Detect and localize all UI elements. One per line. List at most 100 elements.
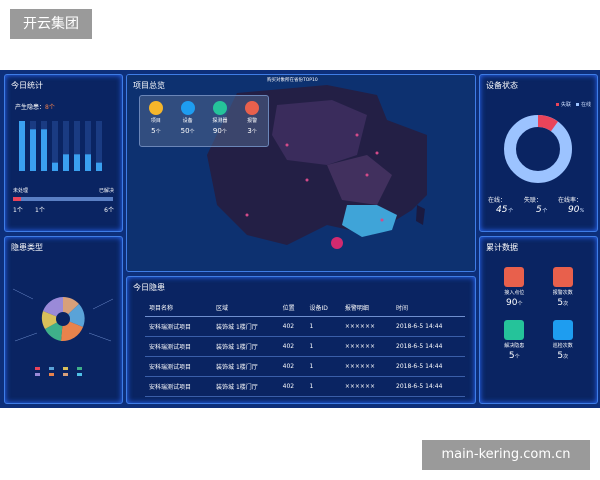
cumulative-label: 解决隐患 [504, 343, 525, 349]
detector-icon [212, 101, 227, 115]
table-row[interactable]: 安科瑞测试项目 装饰城 1楼门厅 402 1 ×××××× 2018-6-5 14:44 [145, 376, 465, 397]
rate-label: 在线率： [558, 197, 583, 204]
table-cell: 402 [278, 376, 306, 397]
column-header[interactable]: 位置 [278, 301, 306, 317]
hazard-rose-chart [12, 288, 114, 376]
bar [41, 129, 47, 171]
bar [19, 121, 25, 171]
table-cell: 装饰城 1楼门厅 [212, 336, 279, 357]
table-cell: 安科瑞测试项目 [145, 356, 213, 377]
gauge-icon [504, 267, 525, 287]
cumulative-label: 报警次数 [552, 290, 573, 296]
hazard-count-label: 产生隐患：8个 [15, 102, 55, 111]
table-cell: 安科瑞测试项目 [145, 376, 213, 397]
cumulative-value: 90个 [506, 298, 523, 308]
cumulative-item: 解决隐患 5个 [490, 320, 539, 361]
today-stats-panel: 今日统计 产生隐患：8个 未处理 已解决 1个 1个 6个 [4, 74, 123, 232]
project-overview-panel: 项目总览 购买对象所在省份TOP10 项目 5个 设备 50个 探测器 90个 报警 3个 [126, 74, 476, 272]
rate-value: 90% [568, 205, 584, 215]
table-cell: 1 [305, 316, 341, 337]
table-row[interactable]: 安科瑞测试项目 装饰城 1楼门厅 402 1 ×××××× 2018-6-5 14:44 [145, 356, 465, 377]
online-label: 在线： [488, 197, 507, 204]
bar [85, 154, 91, 171]
brand-badge: 开云集团 [10, 9, 92, 39]
overview-stats-box: 项目 5个 设备 50个 探测器 90个 报警 3个 [139, 95, 269, 147]
overview-stat-device: 设备 50个 [180, 101, 195, 135]
cumulative-item: 巡检次数 5次 [539, 320, 588, 361]
cumulative-value: 5个 [508, 351, 520, 361]
stat-value: 3个 [247, 127, 257, 135]
progress-track [13, 197, 113, 201]
stat-value: 50个 [180, 127, 195, 135]
panel-title: 设备状态 [486, 81, 518, 90]
table-cell: 装饰城 1楼门厅 [212, 376, 279, 397]
column-header[interactable]: 时间 [392, 301, 465, 317]
table-cell: 安科瑞测试项目 [145, 336, 213, 357]
cumulative-label: 接入点位 [504, 290, 525, 296]
online-number: 45 [496, 205, 508, 215]
panel-title: 项目总览 [133, 81, 165, 90]
table-cell: 1 [305, 336, 341, 357]
status-legend: 失联 在线 [555, 101, 591, 108]
table-cell: ×××××× [340, 316, 392, 337]
hazard-type-panel: 隐患类型 [4, 236, 123, 404]
column-header[interactable]: 报警明细 [340, 301, 392, 317]
online-value: 45个 [496, 205, 512, 215]
table-cell: ×××××× [340, 356, 392, 377]
column-header[interactable]: 区域 [212, 301, 279, 317]
bar [63, 154, 69, 171]
dashboard: 今日统计 产生隐患：8个 未处理 已解决 1个 1个 6个 隐患类型 项目总览 … [0, 70, 600, 408]
cumulative-panel: 累计数据 接入点位 90个 报警次数 5次 解决隐患 5个 巡检次数 5次 [479, 236, 598, 404]
table-cell: 2018-6-5 14:44 [392, 316, 465, 337]
alarm-icon [245, 101, 260, 115]
device-status-panel: 设备状态 失联 在线 在线： 失联： 在线率： 45个 5个 90% [479, 74, 598, 232]
column-header[interactable]: 项目名称 [145, 301, 213, 317]
stat-value: 5个 [151, 127, 161, 135]
panel-title: 今日统计 [11, 81, 43, 90]
table-cell: 装饰城 1楼门厅 [212, 316, 279, 337]
count-b: 1个 [35, 207, 45, 214]
table-cell: 2018-6-5 14:44 [392, 336, 465, 357]
panel-title: 累计数据 [486, 243, 518, 252]
bar [74, 154, 80, 171]
offline-label: 失联： [524, 197, 543, 204]
rate-number: 90 [568, 205, 580, 215]
warning-icon [504, 320, 525, 340]
legend-item: 失联 [555, 101, 571, 108]
stat-value: 90个 [212, 127, 227, 135]
table-cell: 1 [305, 356, 341, 377]
overview-stats-row: 项目 5个 设备 50个 探测器 90个 报警 3个 [140, 96, 268, 135]
table-row[interactable]: 安科瑞测试项目 装饰城 1楼门厅 402 1 ×××××× 2018-6-5 14:44 [145, 336, 465, 357]
table-cell: ×××××× [340, 336, 392, 357]
hazard-bar-chart [19, 121, 102, 171]
overview-stat-detector: 探测器 90个 [212, 101, 227, 135]
count-c: 6个 [104, 207, 114, 214]
hazard-count-text: 产生隐患： [15, 104, 46, 111]
offline-unit: 个 [541, 208, 547, 214]
bar [52, 162, 58, 171]
table-cell: 402 [278, 336, 306, 357]
map-title: 购买对象所在省份TOP10 [267, 78, 318, 83]
hazard-table: 项目名称 区域 位置 设备ID 报警明细 时间 安科瑞测试项目 装饰城 1楼门厅 402 1 ××… [145, 301, 465, 397]
cumulative-label: 巡检次数 [552, 343, 573, 349]
table-row[interactable]: 安科瑞测试项目 装饰城 1楼门厅 402 1 ×××××× 2018-6-5 14:44 [145, 316, 465, 337]
stat-label: 报警 [247, 118, 258, 124]
column-header[interactable]: 设备ID [305, 301, 341, 317]
cumulative-value: 5次 [557, 351, 569, 361]
progress-fill [13, 197, 21, 201]
bar [96, 162, 102, 171]
stat-label: 设备 [182, 118, 193, 124]
count-a: 1个 [13, 207, 23, 214]
rate-unit: % [579, 208, 585, 214]
cumulative-item: 接入点位 90个 [490, 267, 539, 308]
device-icon [180, 101, 195, 115]
siren-icon [552, 267, 573, 287]
cumulative-grid: 接入点位 90个 报警次数 5次 解决隐患 5个 巡检次数 5次 [490, 267, 587, 361]
table-cell: 402 [278, 316, 306, 337]
resolved-label: 已解决 [98, 188, 114, 194]
table-cell: 1 [305, 376, 341, 397]
cumulative-item: 报警次数 5次 [539, 267, 588, 308]
panel-title: 隐患类型 [11, 243, 43, 252]
panel-title: 今日隐患 [133, 283, 165, 292]
hazard-count-value: 8个 [45, 104, 55, 111]
